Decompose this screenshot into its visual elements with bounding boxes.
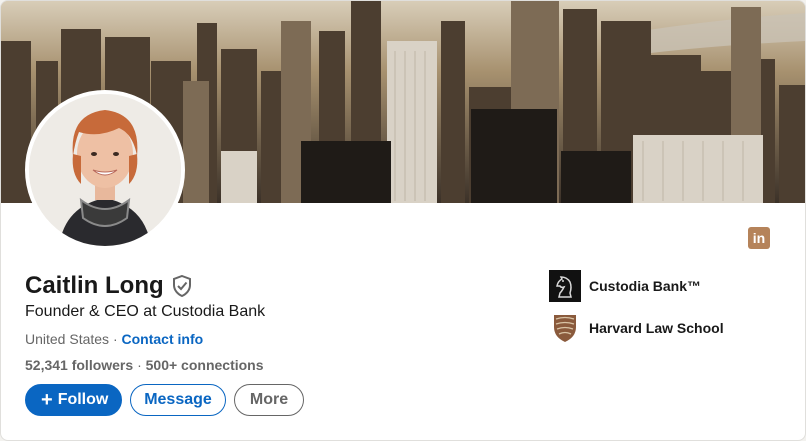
- contact-info-link[interactable]: Contact info: [122, 331, 204, 347]
- experience-custodia[interactable]: Custodia Bank™: [549, 270, 701, 302]
- location-text: United States: [25, 331, 110, 347]
- follow-button[interactable]: + Follow: [25, 384, 122, 416]
- followers-count[interactable]: 52,341 followers: [25, 357, 133, 373]
- more-button[interactable]: More: [234, 384, 304, 416]
- linkedin-icon[interactable]: in: [748, 227, 770, 249]
- education-harvard[interactable]: Harvard Law School: [549, 312, 724, 344]
- location-separator: ·: [112, 331, 118, 347]
- harvard-shield-icon: [549, 312, 581, 344]
- profile-photo[interactable]: [25, 90, 185, 250]
- location-row: United States · Contact info: [25, 329, 203, 349]
- plus-icon: +: [41, 389, 53, 411]
- follow-label: Follow: [57, 391, 109, 408]
- custodia-knight-icon: [549, 270, 581, 302]
- connections-count[interactable]: 500+ connections: [146, 357, 264, 373]
- name-row: Caitlin Long: [25, 271, 192, 301]
- profile-headline: Founder & CEO at Custodia Bank: [25, 303, 266, 320]
- profile-card: in Caitlin Long Founder & CEO at Custodi…: [0, 0, 806, 441]
- profile-name: Caitlin Long: [25, 272, 164, 299]
- action-buttons: + Follow Message More: [25, 384, 304, 416]
- experience-label: Custodia Bank™: [589, 278, 702, 294]
- network-stats: 52,341 followers · 500+ connections: [25, 355, 264, 375]
- verified-shield-icon[interactable]: [172, 274, 192, 298]
- education-label: Harvard Law School: [589, 320, 724, 336]
- message-button[interactable]: Message: [130, 384, 226, 416]
- connections-separator: ·: [137, 357, 142, 373]
